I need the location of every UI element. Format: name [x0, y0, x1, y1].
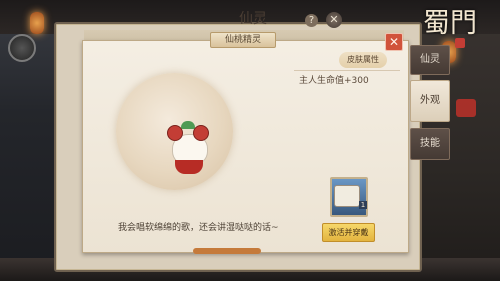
- skin-item-icon: [334, 185, 360, 207]
- pet-speech: 我会唱软绵绵的歌，还会讲湿哒哒的话~: [118, 223, 279, 233]
- tab-waiguan[interactable]: 外观: [410, 80, 450, 122]
- stage-indicator: [193, 248, 261, 254]
- logo-seal: [455, 38, 465, 48]
- red-seal-mark: [456, 99, 476, 117]
- attribute-divider: [294, 70, 400, 71]
- pet-bottom-icon: [175, 160, 203, 174]
- activate-button[interactable]: 激活并穿戴: [322, 223, 375, 242]
- pet-ear-right-icon: [193, 125, 209, 141]
- skin-item-count: 1: [359, 201, 367, 209]
- dialog-title-tab: 仙桃精灵: [210, 32, 276, 48]
- attribute-header: 皮肤属性: [339, 52, 387, 68]
- pet-ear-left-icon: [167, 125, 183, 141]
- dialog-close-button[interactable]: ✕: [385, 33, 403, 51]
- close-icon[interactable]: ✕: [326, 12, 342, 28]
- lantern-left: [30, 12, 44, 34]
- tab-jineng[interactable]: 技能: [410, 128, 450, 160]
- help-icon[interactable]: ?: [305, 14, 318, 27]
- pet-leaf-icon: [181, 121, 195, 129]
- attribute-value: 主人生命值+300: [299, 76, 369, 86]
- left-circle-button[interactable]: [8, 34, 36, 62]
- window-title: 仙灵: [239, 11, 267, 27]
